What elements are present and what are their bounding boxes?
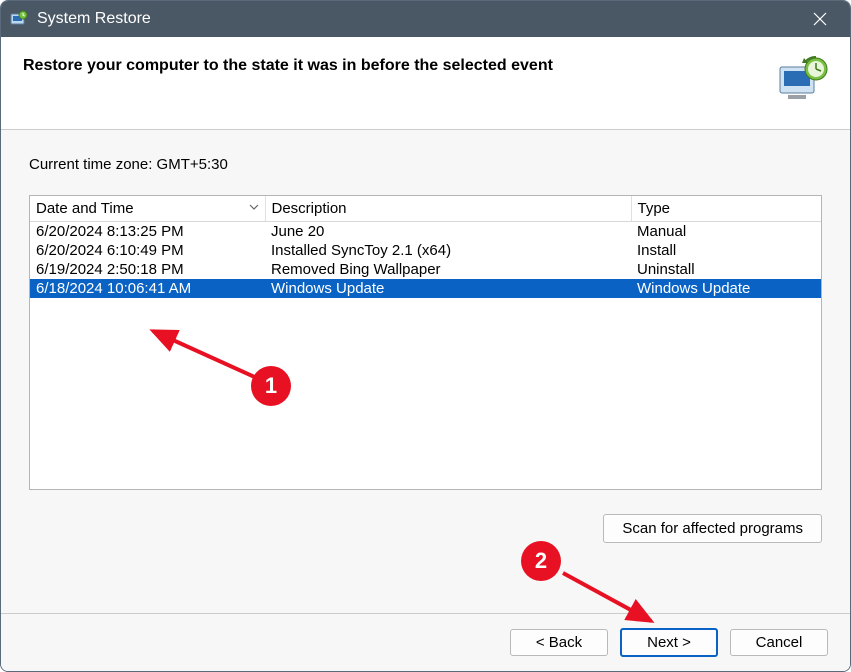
table-row[interactable]: 6/18/2024 10:06:41 AMWindows UpdateWindo… [30, 279, 821, 298]
cell-datetime: 6/19/2024 2:50:18 PM [30, 260, 265, 279]
close-icon [813, 12, 827, 26]
table-row[interactable]: 6/20/2024 8:13:25 PMJune 20Manual [30, 222, 821, 242]
restore-points-table: Date and Time Description Type [30, 196, 821, 298]
cancel-button[interactable]: Cancel [730, 629, 828, 656]
restore-icon [776, 55, 828, 103]
next-button[interactable]: Next > [620, 628, 718, 657]
column-header-datetime-label: Date and Time [36, 200, 134, 217]
titlebar: System Restore [1, 1, 850, 37]
wizard-footer: < Back Next > Cancel [1, 613, 850, 671]
cell-type: Uninstall [631, 260, 821, 279]
page-heading: Restore your computer to the state it wa… [23, 55, 553, 75]
table-row[interactable]: 6/20/2024 6:10:49 PMInstalled SyncToy 2.… [30, 241, 821, 260]
column-header-description-label: Description [272, 200, 347, 217]
table-row[interactable]: 6/19/2024 2:50:18 PMRemoved Bing Wallpap… [30, 260, 821, 279]
annotation-badge-2: 2 [521, 541, 561, 581]
cell-description: Installed SyncToy 2.1 (x64) [265, 241, 631, 260]
annotation-badge-1: 1 [251, 366, 291, 406]
cell-description: Windows Update [265, 279, 631, 298]
column-header-type[interactable]: Type [631, 196, 821, 222]
header-area: Restore your computer to the state it wa… [1, 37, 850, 130]
close-button[interactable] [798, 1, 842, 37]
cell-type: Install [631, 241, 821, 260]
content-area: Current time zone: GMT+5:30 Date and Tim… [1, 130, 850, 613]
cell-description: Removed Bing Wallpaper [265, 260, 631, 279]
cell-datetime: 6/18/2024 10:06:41 AM [30, 279, 265, 298]
sort-descending-icon [249, 198, 259, 215]
cell-description: June 20 [265, 222, 631, 242]
column-header-datetime[interactable]: Date and Time [30, 196, 265, 222]
cell-datetime: 6/20/2024 8:13:25 PM [30, 222, 265, 242]
scan-row: Scan for affected programs [29, 514, 822, 543]
cell-datetime: 6/20/2024 6:10:49 PM [30, 241, 265, 260]
scan-affected-programs-button[interactable]: Scan for affected programs [603, 514, 822, 543]
column-header-type-label: Type [638, 200, 671, 217]
system-restore-icon [9, 9, 29, 29]
restore-points-table-wrapper: Date and Time Description Type [29, 195, 822, 490]
cell-type: Windows Update [631, 279, 821, 298]
system-restore-window: System Restore Restore your computer to … [0, 0, 851, 672]
column-header-description[interactable]: Description [265, 196, 631, 222]
timezone-label: Current time zone: GMT+5:30 [29, 156, 822, 173]
window-title: System Restore [37, 10, 798, 28]
back-button[interactable]: < Back [510, 629, 608, 656]
cell-type: Manual [631, 222, 821, 242]
